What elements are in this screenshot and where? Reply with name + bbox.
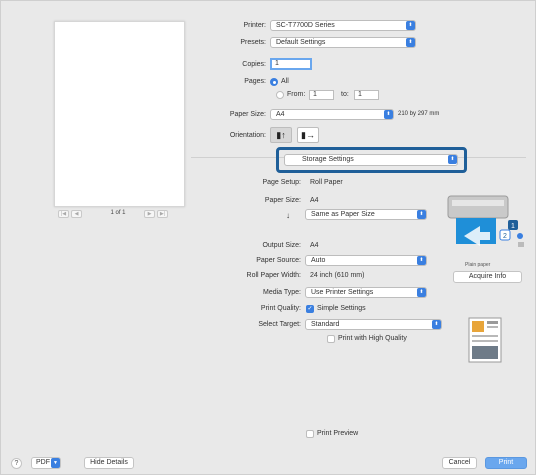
scale-arrow-icon: ↓ xyxy=(286,211,290,220)
prev-page-button[interactable]: ◀ xyxy=(71,210,82,218)
chevron-updown-icon: ⬍ xyxy=(432,320,441,329)
high-quality-checkbox[interactable] xyxy=(327,335,335,343)
paper-size-label: Paper Size: xyxy=(229,111,266,118)
highlight-box xyxy=(276,147,467,173)
paper-type-label: Plain paper xyxy=(465,262,491,268)
paper-source-label: Paper Source: xyxy=(256,257,301,264)
paper-source-popup[interactable]: Auto ⬍ xyxy=(305,255,427,266)
pages-all-radio[interactable] xyxy=(270,78,278,86)
chevron-updown-icon: ⬍ xyxy=(384,110,393,119)
select-target-label: Select Target: xyxy=(258,321,301,328)
print-preview-label: Print Preview xyxy=(317,430,359,437)
copies-label: Copies: xyxy=(242,61,266,68)
high-quality-label: Print with High Quality xyxy=(338,335,407,342)
from-field[interactable]: 1 xyxy=(309,90,334,100)
print-button[interactable]: Print xyxy=(485,457,527,469)
preview-pager: |◀ ◀ 1 of 1 ▶ ▶| xyxy=(58,210,178,220)
page-preview xyxy=(54,21,185,207)
first-page-button[interactable]: |◀ xyxy=(58,210,69,218)
last-page-button[interactable]: ▶| xyxy=(157,210,168,218)
presets-popup[interactable]: Default Settings ⬍ xyxy=(270,37,416,48)
cancel-button[interactable]: Cancel xyxy=(442,457,477,469)
chevron-updown-icon: ⬍ xyxy=(417,256,426,265)
chevron-updown-icon: ⬍ xyxy=(406,21,415,30)
paper-dimensions: 210 by 297 mm xyxy=(398,111,440,117)
quality-paper-icon xyxy=(468,317,502,363)
help-button[interactable]: ? xyxy=(11,458,22,469)
roll-width-label: Roll Paper Width: xyxy=(246,272,301,279)
print-preview-checkbox[interactable] xyxy=(306,430,314,438)
pdf-label: PDF xyxy=(36,459,50,466)
scale-value: Same as Paper Size xyxy=(311,211,375,218)
paper-source-value: Auto xyxy=(311,257,326,264)
printer-value: SC-T7700D Series xyxy=(276,22,335,29)
media-type-popup[interactable]: Use Printer Settings ⬍ xyxy=(305,287,427,298)
presets-value: Default Settings xyxy=(276,39,326,46)
to-field[interactable]: 1 xyxy=(354,90,379,100)
chevron-updown-icon: ⬍ xyxy=(417,288,426,297)
pdf-button[interactable]: PDF ▼ xyxy=(31,457,61,469)
presets-label: Presets: xyxy=(240,39,266,46)
paper-size-popup[interactable]: A4 ⬍ xyxy=(270,109,394,120)
orientation-label: Orientation: xyxy=(229,132,266,139)
print-quality-label: Print Quality: xyxy=(260,305,301,312)
page-setup-value: Roll Paper xyxy=(310,179,343,186)
media-type-label: Media Type: xyxy=(262,289,301,296)
hide-details-button[interactable]: Hide Details xyxy=(84,457,134,469)
acquire-info-button[interactable]: Acquire Info xyxy=(453,271,522,283)
roll-width-value: 24 inch (610 mm) xyxy=(310,272,365,279)
output-size-label: Output Size: xyxy=(262,242,301,249)
scale-popup[interactable]: Same as Paper Size ⬍ xyxy=(305,209,427,220)
simple-settings-label: Simple Settings xyxy=(317,305,366,312)
pages-range-radio[interactable] xyxy=(276,91,284,99)
printer-popup[interactable]: SC-T7700D Series ⬍ xyxy=(270,20,416,31)
paper-size-value-2: A4 xyxy=(310,197,319,204)
print-dialog: |◀ ◀ 1 of 1 ▶ ▶| Printer: SC-T7700D Seri… xyxy=(0,0,536,475)
printer-label: Printer: xyxy=(243,22,266,29)
chevron-updown-icon: ⬍ xyxy=(417,210,426,219)
badge-1: 1 xyxy=(511,223,515,230)
simple-settings-checkbox[interactable]: ✓ xyxy=(306,305,314,313)
from-label: From: xyxy=(287,91,306,98)
copies-field[interactable]: 1 xyxy=(270,58,312,70)
pages-all-label: All xyxy=(281,78,289,85)
page-count: 1 of 1 xyxy=(110,210,126,216)
next-page-button[interactable]: ▶ xyxy=(144,210,155,218)
chevron-down-icon: ▼ xyxy=(51,458,60,468)
media-type-value: Use Printer Settings xyxy=(311,289,374,296)
to-label: to: xyxy=(341,91,349,98)
printer-illustration-icon: 2 1 xyxy=(447,195,524,247)
chevron-updown-icon: ⬍ xyxy=(406,38,415,47)
output-size-value: A4 xyxy=(310,242,319,249)
pages-label: Pages: xyxy=(244,78,266,85)
paper-size-label-2: Paper Size: xyxy=(264,197,301,204)
badge-2: 2 xyxy=(503,233,507,240)
select-target-value: Standard xyxy=(311,321,340,328)
portrait-icon[interactable]: ▮↑ xyxy=(270,127,292,143)
landscape-icon[interactable]: ▮→ xyxy=(297,127,319,143)
page-setup-label: Page Setup: xyxy=(262,179,301,186)
paper-size-value: A4 xyxy=(276,111,285,118)
select-target-popup[interactable]: Standard ⬍ xyxy=(305,319,442,330)
